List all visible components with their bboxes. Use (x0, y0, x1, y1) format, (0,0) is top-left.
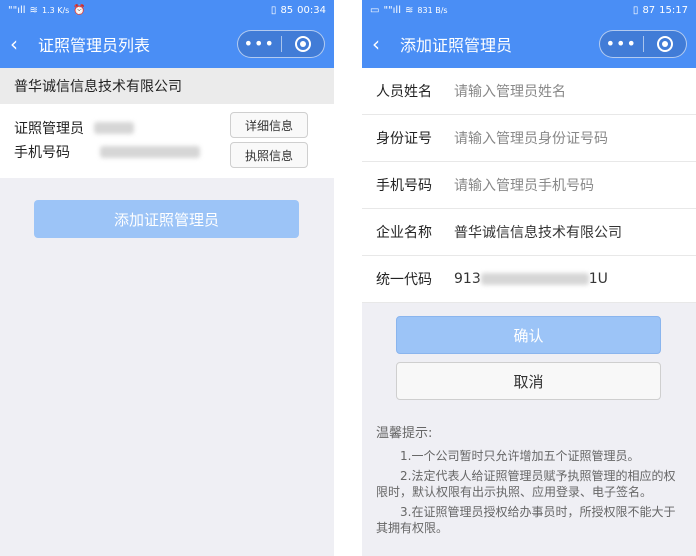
company-header: 普华诚信信息技术有限公司 (0, 68, 334, 104)
battery-level: 85 (280, 4, 294, 16)
status-time: 00:34 (297, 4, 326, 16)
more-menu-button[interactable]: ••• (238, 36, 281, 52)
code-suffix: 1U (588, 271, 608, 287)
vibrate-icon: ▯ (632, 4, 639, 16)
company-name-value: 普华诚信信息技术有限公司 (454, 225, 622, 241)
vibrate-icon: ▯ (270, 4, 277, 16)
left-phone-screen: ""ıll ≋ 1.3 K/s ⏰ ▯ 85 00:34 ‹ 证照管理员列表 •… (0, 0, 334, 556)
mini-program-capsule: ••• (599, 30, 687, 58)
field-label: 手机号码 (376, 178, 432, 194)
tips-title: 温馨提示: (376, 426, 433, 441)
admin-form: 人员姓名 请输入管理员姓名 身份证号 请输入管理员身份证号码 手机号码 请输入管… (362, 68, 696, 303)
net-speed: 1.3 K/s (41, 5, 70, 15)
id-number-input[interactable]: 请输入管理员身份证号码 (454, 128, 608, 148)
license-info-button[interactable]: 执照信息 (230, 142, 308, 168)
notification-icon: ▭ (370, 4, 380, 16)
name-field-row[interactable]: 人员姓名 请输入管理员姓名 (362, 68, 696, 115)
tip-item: 2.法定代表人给证照管理员赋予执照管理的相应的权限时，默认权限有出示执照、应用登… (376, 469, 676, 499)
back-arrow-icon[interactable]: ‹ (10, 34, 34, 54)
field-label: 企业名称 (376, 225, 432, 241)
add-admin-button[interactable]: 添加证照管理员 (34, 200, 299, 238)
field-label: 身份证号 (376, 131, 432, 147)
status-bar: ▭ ""ıll ≋ 831 B/s ▯ 87 15:17 (362, 0, 696, 20)
nav-bar: ‹ 证照管理员列表 ••• (0, 20, 334, 68)
field-label: 人员姓名 (376, 84, 432, 100)
mini-program-capsule: ••• (237, 30, 325, 58)
close-capsule-button[interactable] (644, 36, 687, 52)
tip-item: 1.一个公司暂时只允许增加五个证照管理员。 (400, 449, 640, 463)
target-icon (294, 36, 311, 52)
signal-icon: ""ıll (8, 4, 26, 16)
admin-label: 证照管理员 (14, 121, 84, 137)
code-redacted (480, 273, 589, 285)
wifi-icon: ≋ (29, 4, 38, 16)
signal-icon: ""ıll (383, 4, 401, 16)
target-icon (656, 36, 673, 52)
admin-name-redacted (94, 122, 134, 134)
more-menu-button[interactable]: ••• (600, 36, 643, 52)
nav-bar: ‹ 添加证照管理员 ••• (362, 20, 696, 68)
page-title: 添加证照管理员 (400, 36, 513, 55)
company-field-row: 企业名称 普华诚信信息技术有限公司 (362, 209, 696, 256)
net-speed: 831 B/s (417, 5, 448, 15)
code-field-row: 统一代码 913 1U (362, 256, 696, 303)
status-bar: ""ıll ≋ 1.3 K/s ⏰ ▯ 85 00:34 (0, 0, 334, 20)
confirm-button[interactable]: 确认 (396, 316, 661, 354)
detail-info-button[interactable]: 详细信息 (230, 112, 308, 138)
page-title: 证照管理员列表 (38, 36, 151, 55)
right-phone-screen: ▭ ""ıll ≋ 831 B/s ▯ 87 15:17 ‹ 添加证照管理员 •… (362, 0, 696, 556)
id-field-row[interactable]: 身份证号 请输入管理员身份证号码 (362, 115, 696, 162)
phone-label: 手机号码 (14, 145, 70, 161)
name-input[interactable]: 请输入管理员姓名 (454, 81, 566, 101)
phone-input[interactable]: 请输入管理员手机号码 (454, 175, 594, 195)
unified-code-value: 913 1U (454, 271, 608, 287)
wifi-icon: ≋ (405, 4, 414, 16)
admin-card: 证照管理员 手机号码 详细信息 执照信息 (0, 104, 334, 178)
battery-level: 87 (642, 4, 656, 16)
code-prefix: 913 (454, 271, 481, 287)
phone-redacted (100, 146, 200, 158)
tips-section: 温馨提示: 1.一个公司暂时只允许增加五个证照管理员。 2.法定代表人给证照管理… (376, 426, 682, 540)
screenshot-stage: ""ıll ≋ 1.3 K/s ⏰ ▯ 85 00:34 ‹ 证照管理员列表 •… (0, 0, 696, 556)
status-time: 15:17 (659, 4, 688, 16)
phone-field-row[interactable]: 手机号码 请输入管理员手机号码 (362, 162, 696, 209)
cancel-button[interactable]: 取消 (396, 362, 661, 400)
field-label: 统一代码 (376, 272, 432, 288)
alarm-icon: ⏰ (73, 4, 86, 16)
close-capsule-button[interactable] (282, 36, 325, 52)
back-arrow-icon[interactable]: ‹ (372, 34, 396, 54)
tip-item: 3.在证照管理员授权给办事员时，所授权限不能大于其拥有权限。 (376, 505, 676, 535)
